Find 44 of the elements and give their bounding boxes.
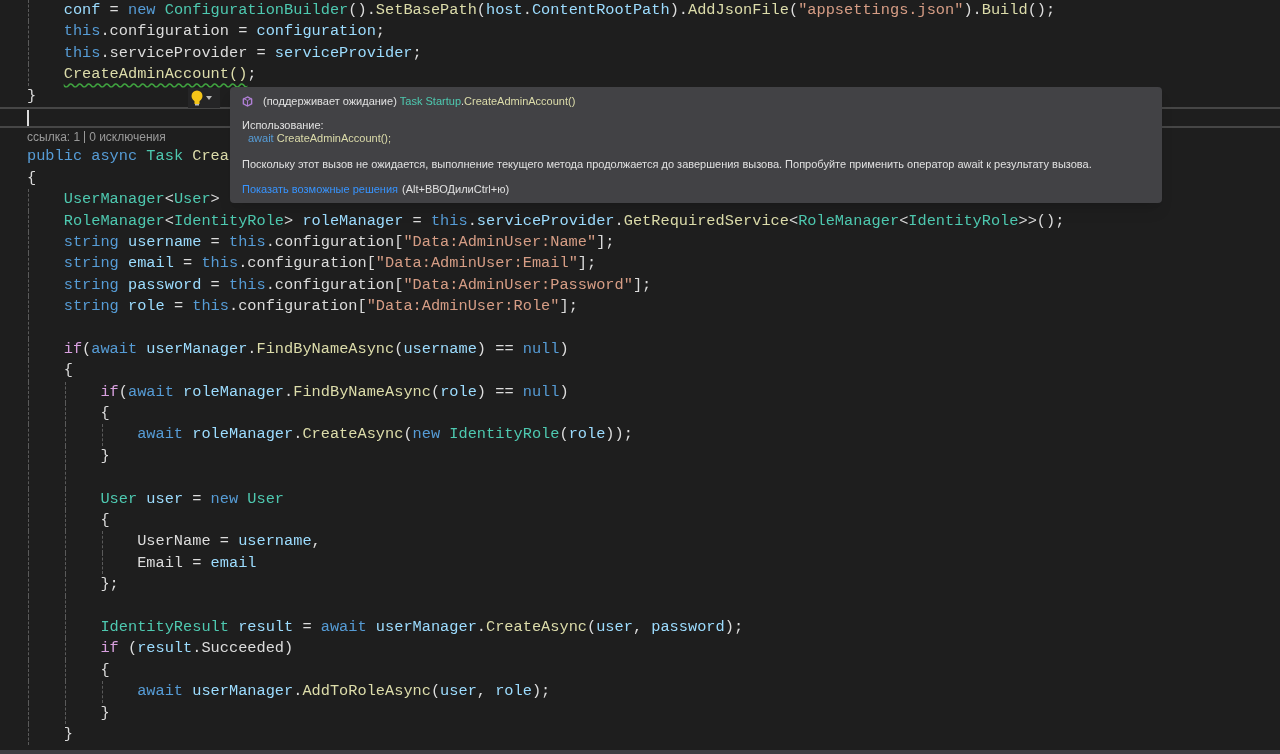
code-line: { <box>27 167 37 189</box>
code-line: string username = this.configuration["Data:AdminUser:Name"]; <box>62 231 615 253</box>
code-line: string role = this.configuration["Data:AdminUser:Role"]; <box>62 296 578 318</box>
code-line: UserManager<User> <box>62 189 220 211</box>
method-cube-icon <box>242 96 253 107</box>
code-line: string password = this.configuration["Data:AdminUser:Password"]; <box>62 274 652 296</box>
code-line: public async Task Crea <box>27 146 229 168</box>
usage-label: Использование: <box>242 119 325 132</box>
lightbulb-icon <box>190 90 204 106</box>
code-line: RoleManager<IdentityRole> roleManager = this.serviceProvider.GetRequiredService<RoleManager<IdentityRole>>(); <box>62 210 1065 232</box>
code-line: } <box>99 445 110 467</box>
code-line: CreateAdminAccount(); <box>62 64 257 86</box>
shortcut-text: (Alt+ВВОДилиCtrl+ю) <box>402 183 510 196</box>
code-line: if(await roleManager.FindByNameAsync(role) == null) <box>99 381 569 403</box>
code-line: { <box>99 510 110 531</box>
horizontal-scrollbar[interactable] <box>0 750 1280 754</box>
code-line: conf = new ConfigurationBuilder().SetBasePath(host.ContentRootPath).AddJsonFile("appsettings.json").Build(); <box>62 0 1056 21</box>
references-count[interactable]: ссылка: 1 <box>27 128 81 147</box>
code-line: Email = email <box>136 552 257 574</box>
signature-text: (поддерживает ожидание) Task Startup.CreateAdminAccount() <box>263 95 576 108</box>
show-fixes-link[interactable]: Показать возможные решения <box>242 183 398 196</box>
code-line: if(await userManager.FindByNameAsync(username) == null) <box>62 338 569 360</box>
code-line: UserName = username, <box>136 531 321 553</box>
code-line: User user = new User <box>99 488 285 510</box>
exceptions-count[interactable]: 0 исключения <box>89 128 166 147</box>
code-line: if (result.Succeeded) <box>99 638 294 660</box>
code-line: { <box>62 360 73 382</box>
code-line: } <box>99 702 110 724</box>
code-line: this.serviceProvider = serviceProvider; <box>62 42 422 64</box>
code-line: { <box>99 403 110 425</box>
code-line: } <box>27 85 37 107</box>
text-cursor <box>27 109 29 126</box>
code-line: this.configuration = configuration; <box>62 21 386 43</box>
usage-code: await CreateAdminAccount(); <box>247 132 393 145</box>
code-line: string email = this.configuration["Data:AdminUser:Email"]; <box>62 253 597 275</box>
code-line: await roleManager.CreateAsync(new IdentityRole(role)); <box>136 424 633 446</box>
description-text: Поскольку этот вызов не ожидается, выполнение текущего метода продолжается до завершения вызова. Попробуйте применить оператор await к результату вызова. <box>242 158 1093 171</box>
code-line: } <box>62 723 73 745</box>
code-line: await userManager.AddToRoleAsync(user, role); <box>136 681 551 703</box>
code-line: IdentityResult result = await userManager.CreateAsync(user, password); <box>99 616 744 638</box>
lightbulb-button[interactable] <box>188 88 220 108</box>
caret-icon <box>206 96 212 100</box>
code-line: { <box>99 659 110 681</box>
code-line: }; <box>99 574 119 596</box>
